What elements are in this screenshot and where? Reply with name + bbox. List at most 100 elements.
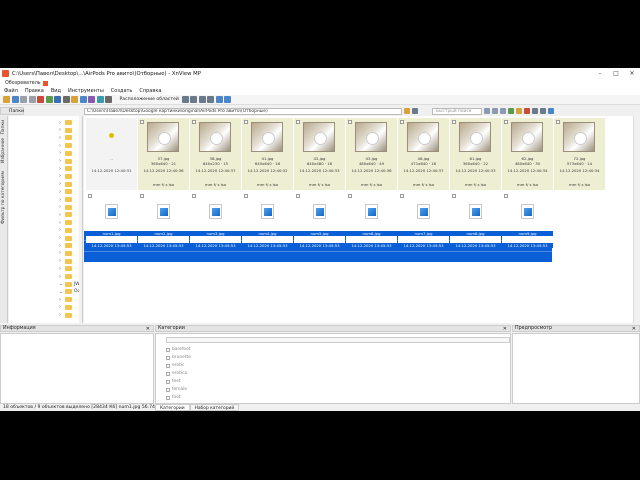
tag-icon[interactable] (516, 108, 522, 114)
slideshow-icon[interactable] (54, 96, 61, 103)
tree-expand-icon[interactable]: › (59, 258, 64, 264)
thumbnail-tile[interactable]: 41.jpg 640x640 · 16 14.12.2020 12:40:32 mm … (242, 118, 293, 190)
back-icon[interactable] (484, 108, 490, 114)
tree-folder-item[interactable]: › (59, 150, 74, 157)
tree-expand-icon[interactable]: › (59, 274, 64, 280)
tree-folder-item[interactable]: › (59, 196, 74, 203)
select-checkbox[interactable] (400, 194, 404, 198)
tree-expand-icon[interactable]: › (59, 227, 64, 233)
file-tile[interactable]: num3.jpg 14.12.2020 13:45:53 (190, 192, 241, 248)
thumbnail-tile[interactable]: .. 14.12.2020 12:40:31 (86, 118, 137, 190)
open-icon[interactable] (3, 96, 10, 103)
tree-scrollbar[interactable] (79, 116, 82, 323)
tree-expand-icon[interactable]: › (59, 166, 64, 172)
tree-folder-item[interactable]: › (59, 273, 74, 280)
view-mode-icon[interactable] (198, 96, 206, 103)
file-tile[interactable]: num1.jpg 14.12.2020 13:45:53 (86, 192, 137, 248)
tree-expand-icon[interactable]: › (59, 120, 64, 126)
file-tile[interactable]: num6.jpg 14.12.2020 13:45:53 (346, 192, 397, 248)
tree-folder-item[interactable]: › (59, 165, 74, 172)
thumbnail-tile[interactable]: 37.jpg 360x640 · 21 14.12.2020 12:40:36 mm … (138, 118, 189, 190)
select-checkbox[interactable] (244, 120, 248, 124)
select-checkbox[interactable] (192, 120, 196, 124)
menu-help[interactable]: Справка (139, 88, 161, 94)
select-checkbox[interactable] (348, 194, 352, 198)
side-tab-category-filter[interactable]: Фильтр по категориям (1, 171, 6, 224)
tree-folder-item[interactable]: › (59, 235, 74, 242)
tree-folder-item[interactable]: ⌄ JW (59, 281, 80, 288)
category-checkbox[interactable] (166, 395, 170, 400)
tree-expand-icon[interactable]: › (59, 312, 64, 318)
tree-folder-item[interactable]: › (59, 211, 74, 218)
thumbnail-tile[interactable]: 61.jpg 360x640 · 22 14.12.2020 12:40:33 mm … (450, 118, 501, 190)
category-search-field[interactable] (166, 337, 510, 343)
tree-folder-item[interactable]: › (59, 250, 74, 257)
category-checkbox[interactable] (166, 355, 170, 360)
minimize-button[interactable]: – (592, 68, 608, 79)
thumbnail-tile[interactable]: 43.jpg 480x640 · 49 14.12.2020 12:40:38 mm … (346, 118, 397, 190)
label-icon[interactable] (524, 108, 530, 114)
favorites-star-icon[interactable] (404, 108, 410, 114)
tree-expand-icon[interactable]: › (59, 250, 64, 256)
tree-expand-icon[interactable]: › (59, 143, 64, 149)
select-checkbox[interactable] (296, 194, 300, 198)
tree-expand-icon[interactable]: › (59, 197, 64, 203)
quick-search-input[interactable]: Быстрый поиск (432, 107, 482, 115)
select-checkbox[interactable] (244, 194, 248, 198)
thumbnail-tile[interactable]: 38.jpg 640x230 · 15 14.12.2020 12:40:37 mm … (190, 118, 241, 190)
file-tile[interactable]: num8.jpg 14.12.2020 13:45:53 (450, 192, 501, 248)
select-checkbox[interactable] (140, 120, 144, 124)
tree-folder-item[interactable]: › (59, 304, 74, 311)
category-checkbox[interactable] (166, 387, 170, 392)
tree-folder-item[interactable]: › (59, 142, 74, 149)
refresh-icon[interactable] (45, 96, 53, 103)
print-icon[interactable] (62, 96, 70, 103)
tree-expand-icon[interactable]: ⌄ (59, 281, 64, 287)
select-checkbox[interactable] (400, 120, 404, 124)
category-item[interactable]: barefoot (166, 346, 191, 353)
tree-expand-icon[interactable]: › (59, 297, 64, 303)
tree-folder-item[interactable]: › (59, 119, 74, 126)
tree-folder-item[interactable]: › (59, 188, 74, 195)
vertical-scrollbar[interactable] (633, 116, 640, 323)
select-checkbox[interactable] (452, 194, 456, 198)
category-item[interactable]: female (166, 386, 187, 393)
tree-expand-icon[interactable]: › (59, 235, 64, 241)
menu-tools[interactable]: Инструменты (68, 88, 104, 94)
select-checkbox[interactable] (88, 194, 92, 198)
layout-dropdown[interactable]: Расположение областей (120, 97, 179, 102)
category-checkbox[interactable] (166, 363, 170, 368)
tree-expand-icon[interactable]: › (59, 181, 64, 187)
info-close-icon[interactable]: ✕ (146, 326, 150, 332)
tab-categories[interactable]: Категории (155, 404, 190, 411)
tab-category-sets[interactable]: Набор категорий (189, 404, 240, 411)
tree-expand-icon[interactable]: › (59, 158, 64, 164)
tree-folder-item[interactable]: › (59, 219, 74, 226)
delete-icon[interactable] (37, 96, 44, 103)
layout-icon[interactable] (181, 96, 189, 103)
sort-icon[interactable] (190, 96, 198, 103)
path-input[interactable]: C:\Users\Павел\Desktop\Google картинки\o… (84, 107, 402, 115)
preview-close-icon[interactable]: ✕ (632, 326, 636, 332)
select-checkbox[interactable] (504, 194, 508, 198)
tree-folder-item[interactable]: › (59, 258, 74, 265)
category-item[interactable]: feet (166, 378, 181, 385)
close-button[interactable]: ✕ (624, 68, 640, 79)
select-checkbox[interactable] (348, 120, 352, 124)
file-tile[interactable]: num4.jpg 14.12.2020 13:45:53 (242, 192, 293, 248)
thumbnail-tile[interactable]: 42.jpg 640x480 · 16 14.12.2020 12:40:33 mm … (294, 118, 345, 190)
category-item[interactable]: brunette (166, 354, 191, 361)
thumb-slider-icon[interactable] (548, 108, 554, 114)
tree-folder-item[interactable]: › (59, 227, 74, 234)
filter-options-icon[interactable] (412, 108, 418, 114)
compare-icon[interactable] (96, 96, 104, 103)
filter-icon[interactable] (207, 96, 215, 103)
tree-expand-icon[interactable]: › (59, 212, 64, 218)
select-checkbox[interactable] (192, 194, 196, 198)
tree-expand-icon[interactable]: ⌄ (59, 289, 64, 295)
select-checkbox[interactable] (452, 120, 456, 124)
info-icon[interactable] (215, 96, 223, 103)
category-checkbox[interactable] (166, 379, 170, 384)
side-tab-folders[interactable]: Папки (1, 120, 6, 134)
thumbnail-tile[interactable]: 72.jpg 573x640 · 14 14.12.2020 12:40:34 mm … (554, 118, 605, 190)
